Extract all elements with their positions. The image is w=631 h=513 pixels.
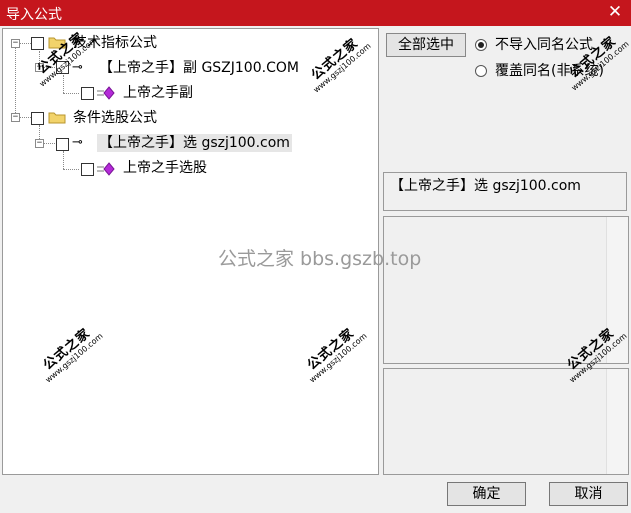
tree-connector xyxy=(63,169,79,170)
tree-checkbox[interactable] xyxy=(56,61,69,74)
tree-item-label-selected[interactable]: 【上帝之手】选 gszj100.com xyxy=(97,134,292,152)
expander-minus[interactable]: − xyxy=(11,113,20,122)
tree-checkbox[interactable] xyxy=(31,112,44,125)
select-all-button[interactable]: 全部选中 xyxy=(386,33,466,57)
import-formula-dialog: 导入公式 ✕ − 技术指标公式 − ⊸ 【上帝之手】副 GSZJ100.COM xyxy=(0,0,631,513)
folder-icon xyxy=(48,112,66,124)
overwrite-duplicate-label[interactable]: 覆盖同名(非系统) xyxy=(495,62,604,80)
formula-name-box: 【上帝之手】选 gszj100.com xyxy=(383,172,627,211)
formula-icon xyxy=(97,162,115,176)
overwrite-duplicate-radio[interactable] xyxy=(475,65,487,77)
formula-source-box[interactable] xyxy=(383,368,629,475)
folder-icon xyxy=(48,37,66,49)
formula-icon xyxy=(97,86,115,100)
formula-description-box[interactable] xyxy=(383,216,629,364)
tree-connector xyxy=(63,93,79,94)
title-bar[interactable]: 导入公式 ✕ xyxy=(0,0,631,26)
tree-checkbox[interactable] xyxy=(56,138,69,151)
close-icon[interactable]: ✕ xyxy=(605,2,625,22)
ok-button[interactable]: 确定 xyxy=(447,482,526,506)
tree-item-label[interactable]: 【上帝之手】副 GSZJ100.COM xyxy=(97,59,301,77)
tree-checkbox[interactable] xyxy=(31,37,44,50)
expander-minus[interactable]: − xyxy=(35,63,44,72)
scrollbar[interactable] xyxy=(606,217,628,363)
tree-connector xyxy=(15,43,16,117)
expander-minus[interactable]: − xyxy=(35,139,44,148)
tree-checkbox[interactable] xyxy=(81,87,94,100)
tree-item-label[interactable]: 技术指标公式 xyxy=(71,34,159,52)
tree-item-label[interactable]: 条件选股公式 xyxy=(71,109,159,127)
tree-checkbox[interactable] xyxy=(81,163,94,176)
tree-item-label[interactable]: 上帝之手副 xyxy=(121,84,195,102)
key-icon: ⊸ xyxy=(72,135,83,150)
window-title: 导入公式 xyxy=(6,7,62,23)
formula-name-text: 【上帝之手】选 gszj100.com xyxy=(390,178,581,194)
skip-duplicate-label[interactable]: 不导入同名公式 xyxy=(495,36,593,54)
tree-item-label[interactable]: 上帝之手选股 xyxy=(121,159,209,177)
skip-duplicate-radio[interactable] xyxy=(475,39,487,51)
expander-minus[interactable]: − xyxy=(11,39,20,48)
scrollbar[interactable] xyxy=(606,369,628,474)
tree-connector xyxy=(63,75,64,93)
cancel-button[interactable]: 取消 xyxy=(549,482,628,506)
tree-connector xyxy=(63,151,64,169)
formula-tree[interactable]: − 技术指标公式 − ⊸ 【上帝之手】副 GSZJ100.COM 上帝之手副 −… xyxy=(2,28,379,475)
key-icon: ⊸ xyxy=(72,60,83,75)
